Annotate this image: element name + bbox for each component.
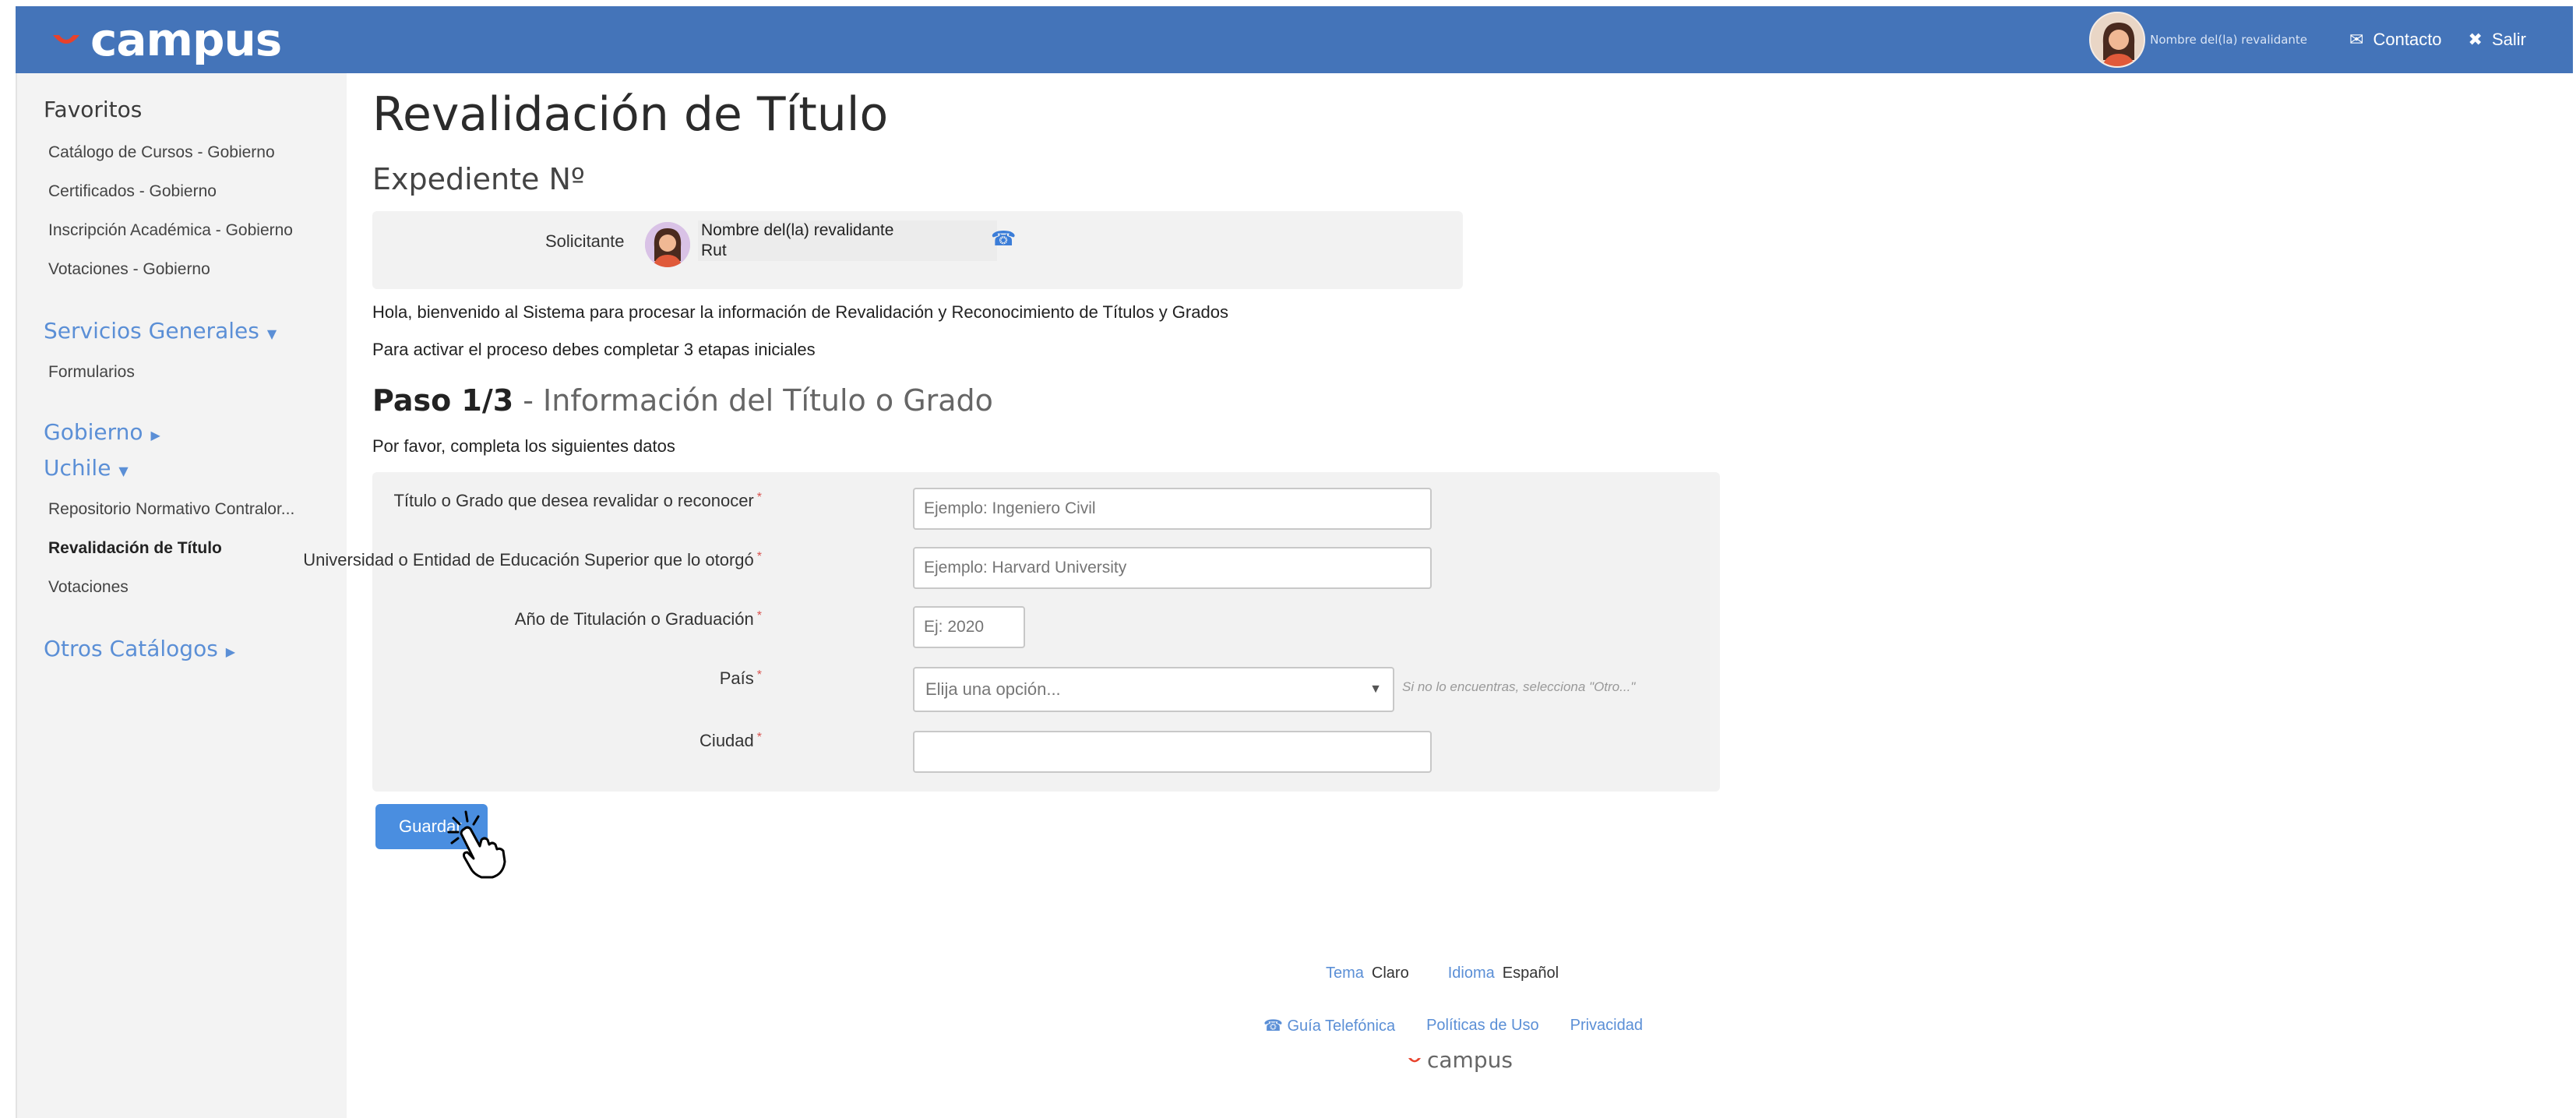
chevron-down-icon: ▼	[1369, 682, 1382, 696]
title-form: Título o Grado que desea revalidar o rec…	[303, 472, 1720, 792]
terms-link[interactable]: Políticas de Uso	[1426, 1017, 1539, 1035]
user-avatar[interactable]	[2089, 12, 2146, 68]
applicant-label: Solicitante	[545, 231, 625, 251]
campus-logo[interactable]: campus	[50, 13, 282, 66]
phone-icon[interactable]: ☎	[991, 227, 1016, 251]
footer-links: ☎ Guía Telefónica Políticas de Uso Priva…	[1263, 1016, 1674, 1035]
top-navbar: campus Nombre del(la) revalidante ✉ Cont…	[16, 6, 2573, 73]
city-label-text: Ciudad	[700, 731, 754, 750]
sidebar-item-repositorio[interactable]: Repositorio Normativo Contralor...	[48, 500, 294, 519]
sidebar-favorites-title: Favoritos	[44, 97, 143, 122]
language-value[interactable]: Español	[1503, 965, 1559, 982]
sidebar-item-inscripcion-gobierno[interactable]: Inscripción Académica - Gobierno	[48, 221, 293, 240]
applicant-avatar	[645, 222, 690, 267]
country-label-text: País	[719, 668, 754, 688]
required-mark: *	[756, 731, 762, 744]
phone-icon: ☎	[1263, 1017, 1288, 1035]
university-label-text: Universidad o Entidad de Educación Super…	[303, 550, 754, 570]
university-label: Universidad o Entidad de Educación Super…	[303, 550, 762, 570]
sidebar-item-catalogo-gobierno[interactable]: Catálogo de Cursos - Gobierno	[48, 143, 275, 162]
required-mark: *	[756, 550, 762, 563]
university-input[interactable]	[913, 547, 1432, 589]
welcome-text: Hola, bienvenido al Sistema para procesa…	[372, 302, 1228, 322]
caret-down-icon: ▼	[118, 464, 129, 478]
theme-key[interactable]: Tema	[1326, 965, 1364, 982]
city-label: Ciudad *	[700, 731, 762, 751]
page-title: Revalidación de Título	[372, 87, 889, 142]
footer-logo[interactable]: campus	[1407, 1047, 1513, 1073]
sidebar-item-revalidacion[interactable]: Revalidación de Título	[48, 539, 222, 558]
footer-logo-text: campus	[1427, 1047, 1513, 1073]
logo-text: campus	[90, 13, 282, 66]
graduation-year-label: Año de Titulación o Graduación *	[515, 609, 762, 630]
sidebar-item-certificados-gobierno[interactable]: Certificados - Gobierno	[48, 182, 217, 201]
city-input[interactable]	[913, 731, 1432, 773]
sidebar-item-votaciones-gobierno[interactable]: Votaciones - Gobierno	[48, 260, 210, 279]
contact-link[interactable]: ✉ Contacto	[2349, 30, 2442, 50]
gobierno-label: Gobierno	[44, 419, 143, 445]
hand-pointer-icon	[447, 810, 506, 879]
step-title: Paso 1/3 - Información del Título o Grad…	[372, 383, 993, 418]
uchile-label: Uchile	[44, 455, 111, 481]
expediente-heading: Expediente Nº	[372, 162, 585, 196]
caret-right-icon: ▶	[225, 644, 236, 659]
topbar-user-name[interactable]: Nombre del(la) revalidante	[2150, 33, 2307, 47]
sidebar-uchile[interactable]: Uchile ▼	[44, 455, 129, 481]
required-mark: *	[756, 609, 762, 622]
title-degree-label-text: Título o Grado que desea revalidar o rec…	[393, 491, 754, 510]
title-degree-label: Título o Grado que desea revalidar o rec…	[393, 491, 762, 511]
country-hint: Si no lo encuentras, selecciona "Otro...…	[1402, 679, 1636, 694]
sidebar-servicios-generales[interactable]: Servicios Generales ▼	[44, 318, 277, 344]
contact-label: Contacto	[2373, 30, 2442, 49]
country-label: País *	[720, 668, 762, 689]
sidebar-gobierno[interactable]: Gobierno ▶	[44, 419, 160, 445]
theme-value[interactable]: Claro	[1372, 965, 1409, 982]
envelope-icon: ✉	[2349, 30, 2364, 49]
phone-guide-label: Guía Telefónica	[1287, 1017, 1396, 1035]
otros-catalogos-label: Otros Catálogos	[44, 636, 218, 661]
exit-label: Salir	[2491, 30, 2526, 49]
servicios-generales-label: Servicios Generales	[44, 318, 259, 344]
exit-link[interactable]: ✖ Salir	[2469, 30, 2526, 50]
campus-logo-icon	[53, 35, 79, 44]
applicant-rut: Rut	[701, 242, 727, 259]
sidebar: Favoritos Catálogo de Cursos - Gobierno …	[17, 73, 347, 1118]
footer-preferences: Tema Claro Idioma Español	[1326, 965, 1598, 982]
language-key[interactable]: Idioma	[1448, 965, 1495, 982]
country-select[interactable]: Elija una opción... ▼	[913, 667, 1394, 712]
avatar-icon	[2091, 13, 2144, 66]
sidebar-item-votaciones[interactable]: Votaciones	[48, 578, 129, 597]
caret-down-icon: ▼	[266, 326, 277, 341]
graduation-year-label-text: Año de Titulación o Graduación	[514, 609, 754, 629]
activate-text: Para activar el proceso debes completar …	[372, 340, 816, 359]
step-description: - Información del Título o Grado	[513, 383, 993, 418]
applicant-name: Nombre del(la) revalidante	[701, 221, 894, 239]
caret-right-icon: ▶	[150, 428, 160, 443]
country-select-value: Elija una opción...	[925, 679, 1061, 699]
privacy-link[interactable]: Privacidad	[1570, 1017, 1643, 1035]
sidebar-otros-catalogos[interactable]: Otros Catálogos ▶	[44, 636, 235, 661]
graduation-year-input[interactable]	[913, 606, 1025, 648]
close-icon: ✖	[2468, 30, 2483, 49]
applicant-info: Nombre del(la) revalidante Rut	[698, 220, 997, 261]
title-degree-input[interactable]	[913, 488, 1432, 530]
phone-guide-link[interactable]: ☎ Guía Telefónica	[1263, 1016, 1395, 1035]
campus-logo-icon	[1408, 1057, 1422, 1062]
step-number: Paso 1/3	[372, 383, 514, 418]
required-mark: *	[756, 491, 762, 504]
sidebar-item-formularios[interactable]: Formularios	[48, 363, 135, 382]
applicant-panel: Solicitante Nombre del(la) revalidante R…	[372, 211, 1463, 289]
required-mark: *	[756, 668, 762, 682]
step-instructions: Por favor, completa los siguientes datos	[372, 436, 675, 456]
avatar-icon	[645, 222, 690, 267]
